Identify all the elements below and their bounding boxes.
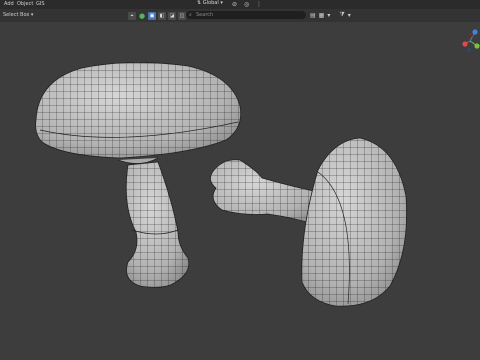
menu-gis[interactable]: GIS xyxy=(36,0,45,9)
search-input[interactable]: ⌕ Search xyxy=(186,11,306,19)
view-icon[interactable]: ▤ xyxy=(310,12,316,19)
mushroom-right[interactable] xyxy=(210,137,408,307)
chevron-down-icon[interactable]: ▾ xyxy=(348,12,351,19)
proportional-edit-icon[interactable]: ◎ xyxy=(244,0,249,9)
more-options-icon[interactable]: ⋮ xyxy=(256,0,262,9)
menu-bar: Add Object GIS ⇅ Global ▾ ⊘ ◎ ⋮ xyxy=(0,0,480,9)
select-circle-icon[interactable]: ◪ xyxy=(168,11,176,20)
select-mode-dropdown[interactable]: Select Box ▾ xyxy=(0,11,36,20)
3d-viewport[interactable] xyxy=(0,22,480,360)
filter-icon[interactable]: ⧩ xyxy=(339,11,344,19)
select-lasso-icon[interactable]: ◧ xyxy=(158,11,166,20)
search-icon: ⌕ xyxy=(189,12,192,18)
chevron-down-icon[interactable]: ▾ xyxy=(327,12,330,19)
chevron-down-icon: ▾ xyxy=(30,12,34,18)
transform-orientation[interactable]: ⇅ Global ▾ xyxy=(197,0,223,7)
selection-tools: ⌖ ● ▣ ◧ ◪ ◫ xyxy=(128,11,186,20)
snap-toggle-icon[interactable]: ● xyxy=(138,12,146,20)
select-invert-icon[interactable]: ◫ xyxy=(178,11,186,20)
mushroom-left[interactable] xyxy=(35,62,242,288)
snap-icon[interactable]: ⊘ xyxy=(232,0,237,9)
menu-add[interactable]: Add xyxy=(4,0,14,9)
select-box-icon[interactable]: ▣ xyxy=(148,11,156,20)
chevron-down-icon: ▾ xyxy=(220,0,223,6)
menu-object[interactable]: Object xyxy=(17,0,33,9)
pivot-icon[interactable]: ⌖ xyxy=(128,11,136,20)
header-right-tools: ▤ ▦ ▾ ⧩ ▾ xyxy=(310,11,351,19)
layout-icon[interactable]: ▦ xyxy=(319,12,325,19)
